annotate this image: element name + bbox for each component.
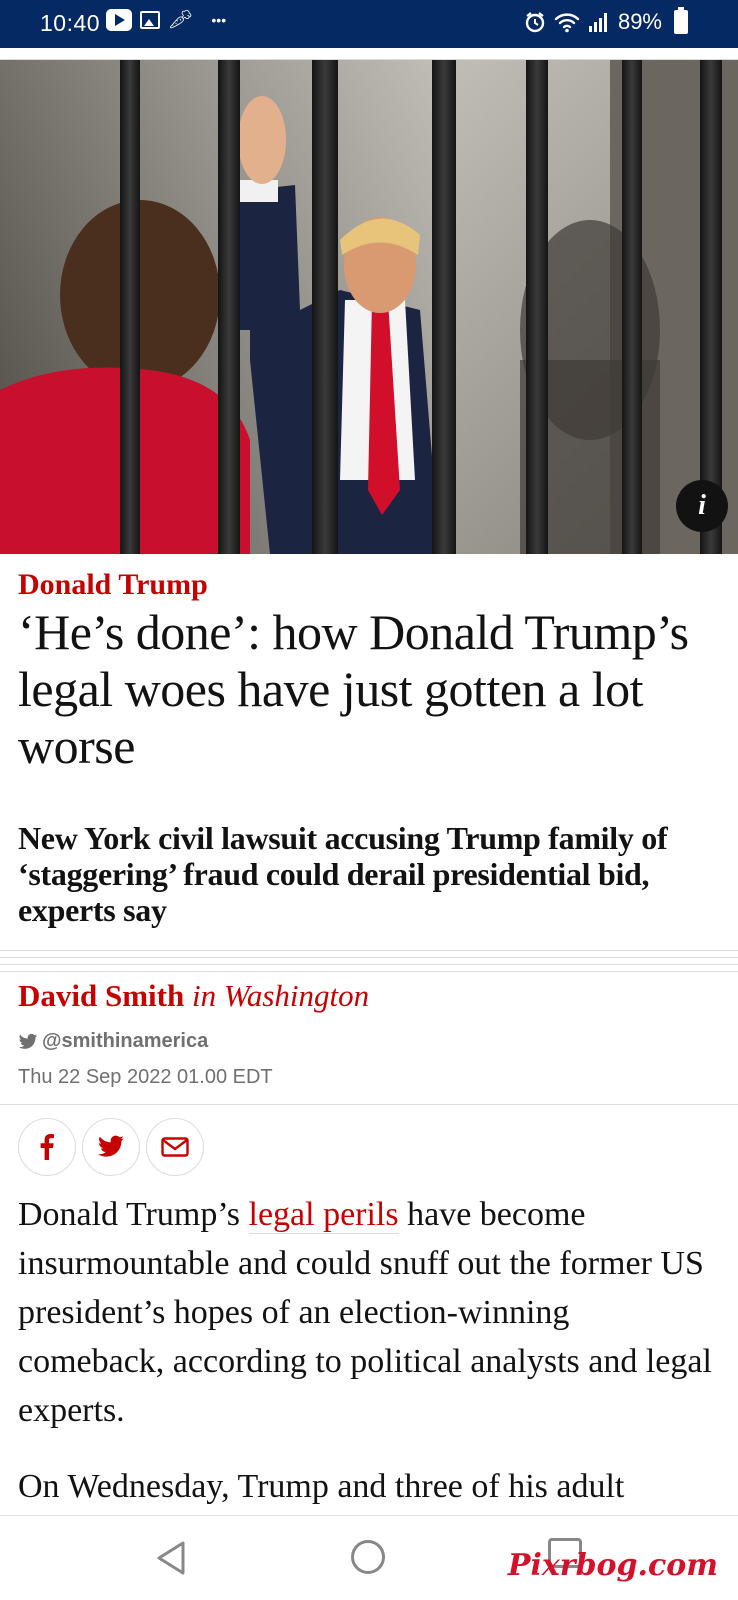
jail-bar: [312, 60, 338, 554]
battery-icon: [674, 7, 688, 34]
wifi-icon: [554, 13, 580, 33]
carrot-icon: 🥕︎: [168, 9, 194, 31]
author-location: in Washington: [191, 978, 370, 1013]
youtube-icon: [106, 9, 132, 31]
jail-bar: [526, 60, 548, 554]
watermark: Pixrbog.com: [507, 1548, 718, 1583]
article-standfirst: New York civil lawsuit accusing Trump fa…: [18, 820, 668, 928]
alarm-icon: [525, 12, 545, 33]
image-info-button[interactable]: i: [676, 480, 728, 532]
header-rule: [0, 48, 738, 60]
share-buttons: [18, 1118, 204, 1176]
share-facebook-button[interactable]: [18, 1118, 76, 1176]
paragraph-text: Donald Trump’s: [18, 1196, 249, 1233]
home-icon[interactable]: [351, 1540, 385, 1574]
facebook-icon: [40, 1134, 54, 1160]
status-time: 10:40: [40, 10, 101, 36]
article-paragraph: Donald Trump’s legal perils have become …: [18, 1190, 723, 1435]
notification-icons: 🥕︎ •••: [106, 9, 226, 31]
twitter-handle: @smithinamerica: [42, 1030, 209, 1052]
system-status: 89%: [524, 7, 688, 35]
author-name[interactable]: David Smith: [18, 978, 184, 1013]
signal-icon: [588, 13, 607, 32]
info-icon: i: [698, 490, 706, 521]
gallery-icon: [140, 11, 160, 29]
share-twitter-button[interactable]: [82, 1118, 140, 1176]
battery-percentage: 89%: [617, 9, 662, 34]
jail-bar: [432, 60, 456, 554]
legal-perils-link[interactable]: legal perils: [248, 1196, 399, 1234]
jail-bar: [120, 60, 140, 554]
hero-image[interactable]: i: [0, 60, 738, 554]
email-icon: [161, 1137, 189, 1157]
share-email-button[interactable]: [146, 1118, 204, 1176]
publish-date: Thu 22 Sep 2022 01.00 EDT: [18, 1066, 273, 1088]
jail-bar: [622, 60, 642, 554]
meta-rule: [0, 1104, 738, 1105]
article-paragraph: On Wednesday, Trump and three of his adu…: [18, 1468, 625, 1505]
twitter-small-icon: [18, 1033, 38, 1049]
back-icon[interactable]: [155, 1540, 187, 1576]
author-twitter[interactable]: @smithinamerica: [18, 1030, 208, 1053]
section-kicker[interactable]: Donald Trump: [18, 568, 208, 602]
article-headline: ‘He’s done’: how Donald Trump’s legal wo…: [18, 604, 689, 774]
jail-bar: [218, 60, 240, 554]
more-dots-icon: •••: [211, 12, 227, 28]
status-bar: 10:40 🥕︎ ••• 89%: [0, 0, 738, 48]
section-divider: [0, 950, 738, 972]
twitter-icon: [98, 1135, 124, 1157]
byline: David Smith in Washington: [18, 978, 369, 1014]
